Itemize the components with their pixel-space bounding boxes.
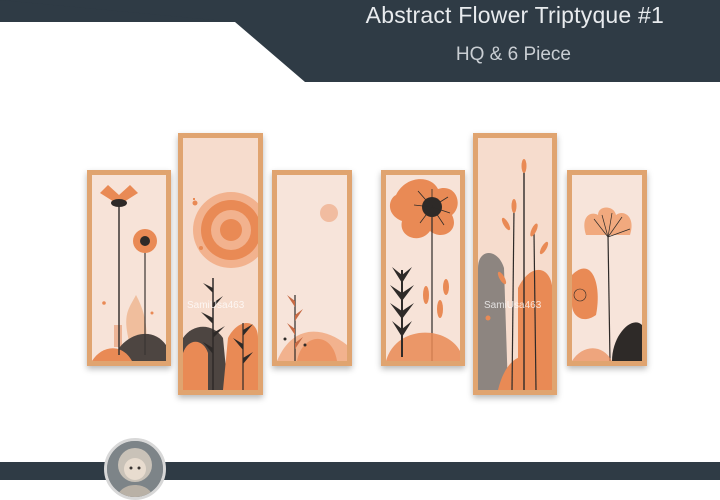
avatar-illustration — [107, 441, 163, 497]
doll-avatar-icon[interactable] — [104, 438, 166, 500]
panel-2-sun-and-foliage: SamiUsa463 — [178, 133, 263, 395]
panel-4-big-flower-and-leaves — [381, 170, 465, 366]
panel-1-artwork — [92, 175, 166, 361]
page-subtitle: HQ & 6 Piece — [455, 44, 571, 65]
panel-6-round-flower — [567, 170, 647, 366]
panel-2-artwork — [183, 138, 258, 390]
panel-5-artwork — [478, 138, 552, 390]
panel-3-small-sun-and-plants — [272, 170, 352, 366]
panel-6-artwork — [572, 175, 642, 361]
panel-1-tall-narrow-flowers — [87, 170, 171, 366]
panel-5-grass-stems: SamiUsa463 — [473, 133, 557, 395]
watermark-right: SamiUsa463 — [484, 300, 542, 311]
watermark-left: SamiUsa463 — [187, 300, 245, 311]
panel-3-artwork — [277, 175, 347, 361]
panel-4-artwork — [386, 175, 460, 361]
page-title: Abstract Flower Triptyque #1 — [365, 2, 664, 28]
